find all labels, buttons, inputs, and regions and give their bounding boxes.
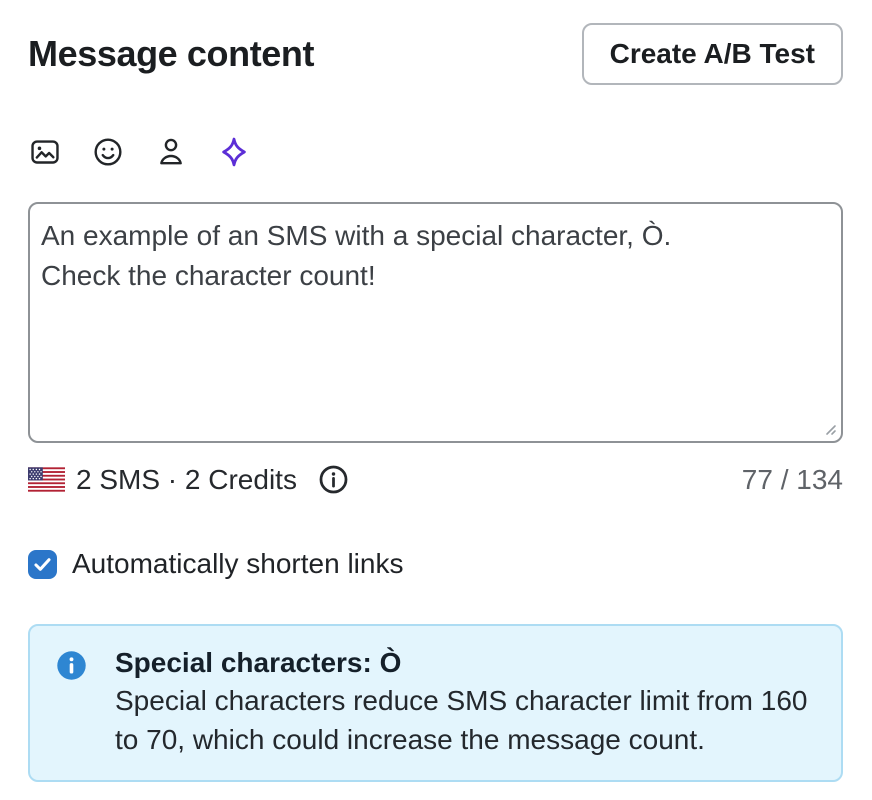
sms-credit-count: 2 SMS · 2 Credits xyxy=(76,464,297,496)
create-ab-test-button[interactable]: Create A/B Test xyxy=(582,23,843,85)
resize-handle-icon[interactable] xyxy=(822,421,837,436)
alert-body: Special characters reduce SMS character … xyxy=(115,681,817,759)
alert-title: Special characters: Ò xyxy=(115,645,817,681)
message-textarea[interactable]: An example of an SMS with a special char… xyxy=(28,202,843,443)
header: Message content Create A/B Test xyxy=(28,0,843,85)
shorten-links-checkbox[interactable] xyxy=(28,550,57,579)
shorten-links-label: Automatically shorten links xyxy=(72,548,403,580)
credits-info-icon[interactable] xyxy=(317,463,350,496)
emoji-icon[interactable] xyxy=(91,135,125,169)
shorten-links-option: Automatically shorten links xyxy=(28,548,843,580)
message-content-panel: Message content Create A/B Test xyxy=(0,0,872,782)
ai-sparkle-icon[interactable] xyxy=(217,135,251,169)
checkmark-icon xyxy=(32,554,53,575)
sms-count-row: 2 SMS · 2 Credits 77 / 134 xyxy=(28,463,843,496)
composer-toolbar xyxy=(28,135,843,169)
alert-content: Special characters: Ò Special characters… xyxy=(115,645,817,759)
message-editor: An example of an SMS with a special char… xyxy=(28,202,843,443)
image-icon[interactable] xyxy=(28,135,62,169)
special-characters-alert: Special characters: Ò Special characters… xyxy=(28,624,843,782)
info-filled-icon xyxy=(56,650,87,681)
character-counter: 77 / 134 xyxy=(742,464,843,496)
personalization-icon[interactable] xyxy=(154,135,188,169)
us-flag-icon xyxy=(28,467,65,492)
page-title: Message content xyxy=(28,33,314,75)
